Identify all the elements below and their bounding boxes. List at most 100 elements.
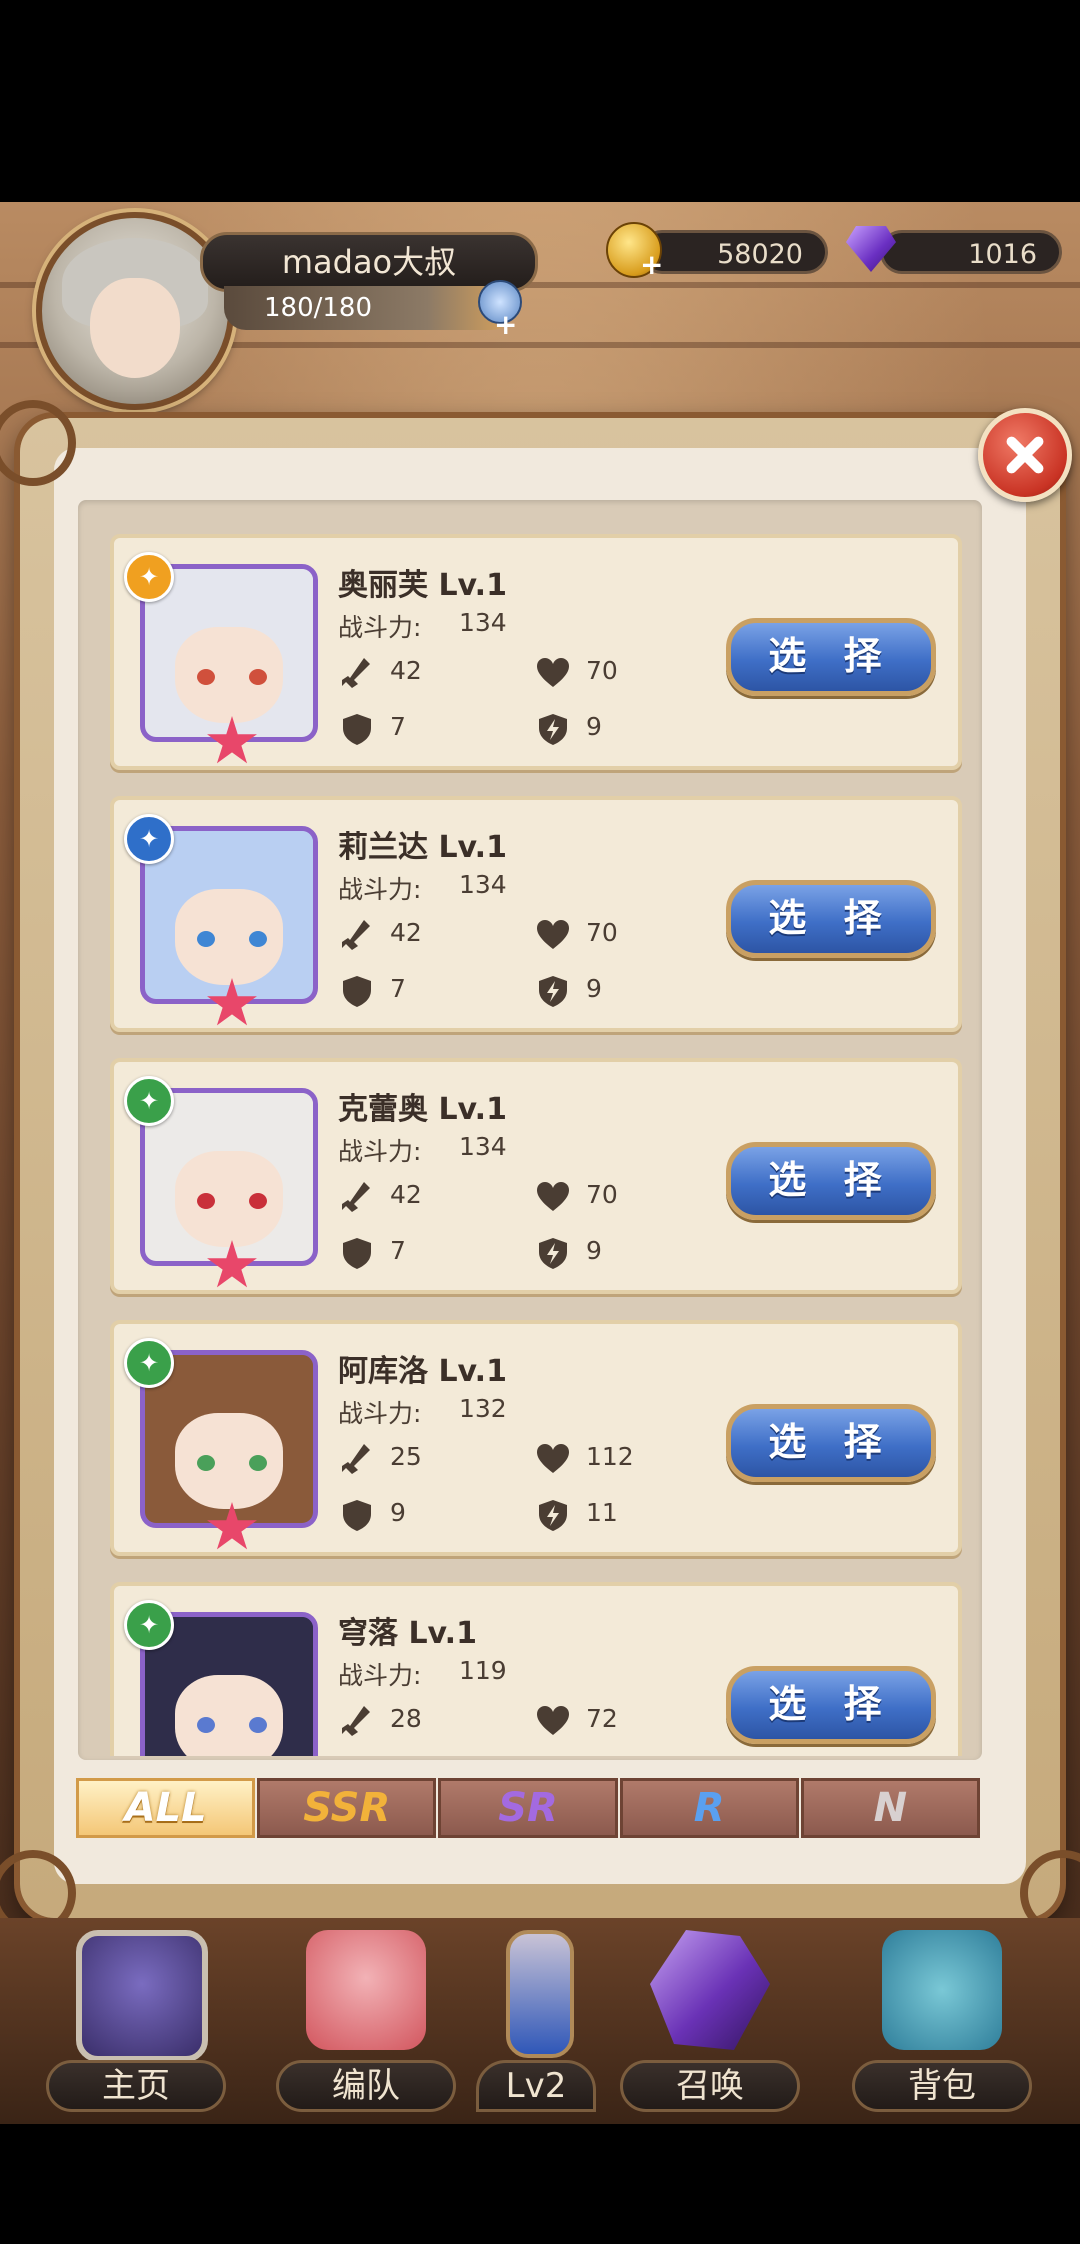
heart-icon — [537, 1182, 569, 1211]
speed-shield-icon — [539, 976, 567, 1007]
select-button[interactable]: 选 择 — [726, 618, 936, 696]
character-name: 阿库洛 Lv.1 — [338, 1354, 507, 1389]
filter-tab-n[interactable]: N — [800, 1778, 981, 1838]
attack-value: 25 — [390, 1442, 422, 1471]
team-character-icon — [306, 1930, 426, 2050]
speed-shield-icon — [539, 1238, 567, 1269]
gem-value: 1016 — [968, 239, 1037, 270]
attack-value: 42 — [390, 918, 422, 947]
defense-value: 7 — [390, 712, 406, 741]
hp-value: 112 — [586, 1442, 634, 1471]
speed-value: 9 — [586, 712, 602, 741]
portrait-eye — [197, 1455, 215, 1471]
stamina-bar: 180/180 — [224, 286, 514, 330]
nav-level[interactable]: Lv2 — [446, 1930, 626, 2120]
character-card: ✦ 克蕾奥 Lv.1 战斗力: 134 42 70 7 9 选 择 — [110, 1058, 962, 1294]
close-button[interactable] — [978, 408, 1072, 502]
add-gold-icon[interactable]: + — [640, 251, 663, 279]
wind-element-icon: ✦ — [124, 1076, 174, 1126]
character-name: 奥丽芙 Lv.1 — [338, 568, 507, 603]
portrait-eye — [197, 1717, 215, 1733]
stamina-value: 180/180 — [264, 293, 373, 323]
power-value: 134 — [459, 870, 507, 899]
hp-value: 70 — [586, 1180, 618, 1209]
portrait-eye — [249, 931, 267, 947]
nav-team[interactable]: 编队 — [276, 1930, 456, 2120]
defense-value: 7 — [390, 1236, 406, 1265]
rarity-filter-tabs: ALL SSR SR R N — [76, 1778, 982, 1838]
player-avatar[interactable] — [36, 212, 234, 410]
portrait-eye — [197, 669, 215, 685]
hp-value: 72 — [586, 1704, 618, 1733]
attack-icon — [342, 658, 370, 688]
speed-value: 9 — [586, 1236, 602, 1265]
attack-value: 42 — [390, 656, 422, 685]
wind-element-icon: ✦ — [124, 1600, 174, 1650]
filter-tab-ssr[interactable]: SSR — [257, 1778, 437, 1838]
speed-shield-icon — [539, 1500, 567, 1531]
attack-icon — [342, 1182, 370, 1212]
heart-icon — [537, 1444, 569, 1473]
filter-tab-all[interactable]: ALL — [76, 1778, 256, 1838]
character-card: ✦ 莉兰达 Lv.1 战斗力: 134 42 70 7 9 选 择 — [110, 796, 962, 1032]
select-button[interactable]: 选 择 — [726, 880, 936, 958]
attack-icon — [342, 920, 370, 950]
portrait-eye — [249, 669, 267, 685]
power-label: 战斗力: — [338, 1661, 422, 1690]
portrait-eye — [249, 1193, 267, 1209]
attack-value: 42 — [390, 1180, 422, 1209]
character-name: 穹落 Lv.1 — [338, 1616, 477, 1651]
power-label: 战斗力: — [338, 1137, 422, 1166]
portal-icon — [76, 1930, 208, 2062]
select-button[interactable]: 选 择 — [726, 1142, 936, 1220]
attack-value: 28 — [390, 1704, 422, 1733]
shield-icon — [343, 1500, 371, 1531]
attack-icon — [342, 1706, 370, 1736]
gold-value: 58020 — [717, 239, 803, 270]
avatar-face — [90, 278, 180, 378]
heart-icon — [537, 920, 569, 949]
speed-value: 9 — [586, 974, 602, 1003]
add-stamina-icon[interactable]: + — [494, 311, 517, 339]
attack-icon — [342, 1444, 370, 1474]
character-list[interactable]: ✦ 奥丽芙 Lv.1 战斗力: 134 42 70 7 9 选 择 ✦ 莉兰达 Lv.1 战斗力: 13… — [110, 534, 966, 1756]
water-element-icon: ✦ — [124, 814, 174, 864]
character-card: ✦ 穹落 Lv.1 战斗力: 119 28 72 选 择 — [110, 1582, 962, 1756]
nav-bag[interactable]: 背包 — [852, 1930, 1032, 2120]
heart-icon — [537, 658, 569, 687]
defense-value: 7 — [390, 974, 406, 1003]
select-button[interactable]: 选 择 — [726, 1666, 936, 1744]
power-value: 119 — [459, 1656, 507, 1685]
nav-summon[interactable]: 召唤 — [620, 1930, 800, 2120]
defense-value: 9 — [390, 1498, 406, 1527]
nav-team-label: 编队 — [276, 2060, 456, 2112]
power-label: 战斗力: — [338, 1399, 422, 1428]
power-label: 战斗力: — [338, 875, 422, 904]
shield-icon — [343, 714, 371, 745]
gem-bar: 1016 — [880, 230, 1062, 274]
portrait-face — [175, 1675, 283, 1756]
power-label: 战斗力: — [338, 613, 422, 642]
wind-element-icon: ✦ — [124, 1338, 174, 1388]
nav-bag-label: 背包 — [852, 2060, 1032, 2112]
nav-summon-label: 召唤 — [620, 2060, 800, 2112]
hp-value: 70 — [586, 656, 618, 685]
light-element-icon: ✦ — [124, 552, 174, 602]
portrait-eye — [197, 931, 215, 947]
power-value: 132 — [459, 1394, 507, 1423]
power-value: 134 — [459, 608, 507, 637]
filter-tab-sr[interactable]: SR — [438, 1778, 618, 1838]
character-name: 莉兰达 Lv.1 — [338, 830, 507, 865]
power-value: 134 — [459, 1132, 507, 1161]
nav-level-label: Lv2 — [476, 2060, 596, 2112]
filter-tab-r[interactable]: R — [619, 1778, 799, 1838]
character-card: ✦ 阿库洛 Lv.1 战斗力: 132 25 112 9 11 选 择 — [110, 1320, 962, 1556]
shield-icon — [343, 1238, 371, 1269]
nav-home[interactable]: 主页 — [46, 1930, 226, 2120]
portrait-eye — [197, 1193, 215, 1209]
select-button[interactable]: 选 择 — [726, 1404, 936, 1482]
character-card: ✦ 奥丽芙 Lv.1 战斗力: 134 42 70 7 9 选 择 — [110, 534, 962, 770]
nav-home-label: 主页 — [46, 2060, 226, 2112]
heart-icon — [537, 1706, 569, 1735]
speed-shield-icon — [539, 714, 567, 745]
